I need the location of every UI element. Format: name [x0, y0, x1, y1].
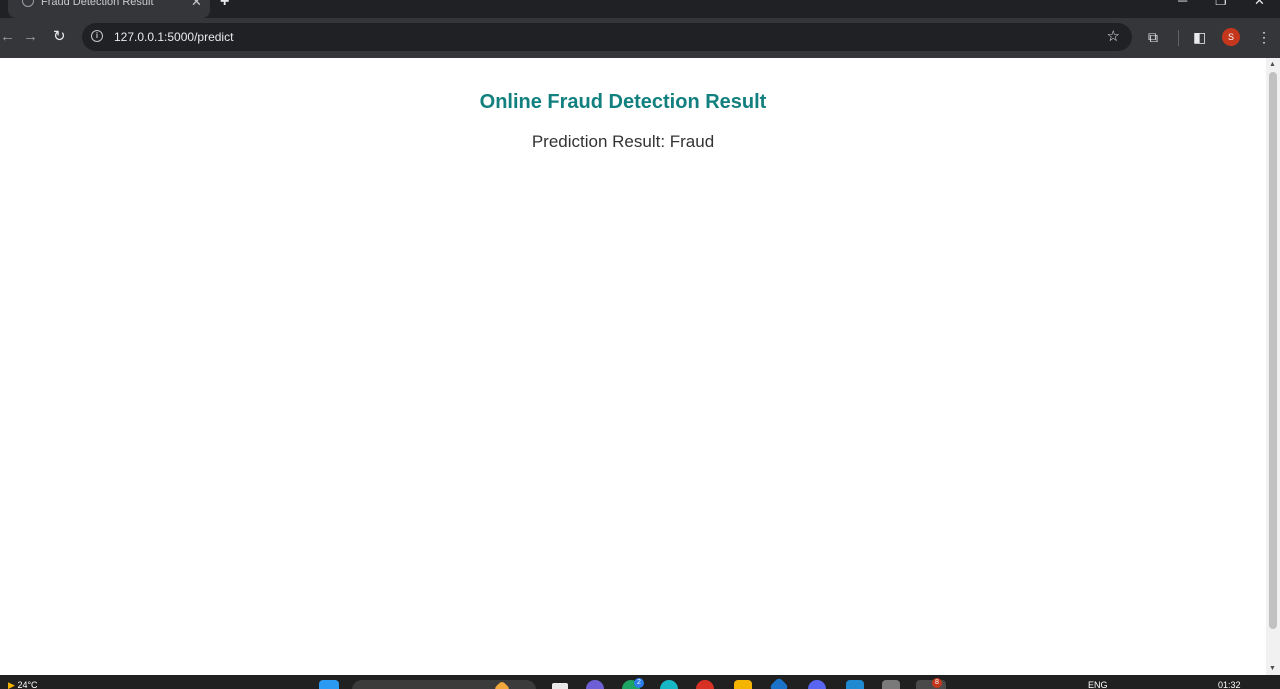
- prediction-result: Prediction Result: Fraud: [531, 132, 715, 151]
- file-explorer-icon[interactable]: [734, 680, 752, 689]
- terminal-icon[interactable]: [882, 680, 900, 689]
- discord-icon[interactable]: [808, 680, 826, 689]
- reload-icon[interactable]: ↻: [53, 28, 66, 46]
- chrome-badge: 8: [932, 678, 942, 688]
- globe-icon: [22, 0, 34, 7]
- task-view-icon[interactable]: [552, 683, 568, 689]
- weather-widget[interactable]: ▶ 24°C: [8, 680, 38, 689]
- url-text[interactable]: 127.0.0.1:5000/predict: [114, 30, 233, 44]
- app-red-icon[interactable]: [696, 680, 714, 689]
- windows-start-icon[interactable]: [319, 680, 339, 689]
- weather-temp: 24°C: [17, 680, 38, 689]
- scroll-down-icon[interactable]: ▼: [1269, 665, 1276, 672]
- browser-toolbar: ← → ↻ i 127.0.0.1:5000/predict ☆ ⧉ ◧ S ⋮: [0, 18, 1280, 58]
- windows-taskbar: ▶ 24°C 2 8 ENG 01:32: [0, 675, 1280, 689]
- store-icon[interactable]: [769, 677, 789, 689]
- tab-strip: Fraud Detection Result ✕ + ─ ❐ ✕: [0, 0, 1280, 18]
- vscode-icon[interactable]: [846, 680, 864, 689]
- restore-icon[interactable]: ❐: [1215, 0, 1227, 7]
- side-panel-icon[interactable]: ◧: [1193, 29, 1206, 45]
- address-bar[interactable]: i 127.0.0.1:5000/predict ☆: [82, 23, 1132, 51]
- toolbar-divider: [1178, 30, 1179, 46]
- window-close-icon[interactable]: ✕: [1254, 0, 1265, 7]
- vertical-scrollbar[interactable]: ▲ ▼: [1266, 58, 1280, 675]
- menu-kebab-icon[interactable]: ⋮: [1257, 29, 1271, 45]
- teams-icon[interactable]: [586, 680, 604, 689]
- forward-icon[interactable]: →: [23, 28, 38, 46]
- page-content: Online Fraud Detection Result Prediction…: [0, 58, 1266, 675]
- profile-avatar[interactable]: S: [1222, 28, 1240, 46]
- new-tab-icon[interactable]: +: [220, 0, 229, 10]
- minimize-icon[interactable]: ─: [1178, 0, 1187, 7]
- scrollbar-thumb[interactable]: [1269, 72, 1277, 629]
- back-icon[interactable]: ←: [0, 28, 15, 46]
- tab-title: Fraud Detection Result: [41, 0, 154, 8]
- edge-icon[interactable]: [660, 680, 678, 689]
- clock[interactable]: 01:32: [1218, 680, 1241, 689]
- mail-badge: 2: [634, 678, 644, 688]
- browser-tab[interactable]: Fraud Detection Result ✕: [8, 0, 210, 18]
- scroll-up-icon[interactable]: ▲: [1269, 61, 1276, 68]
- sun-icon: ▶: [8, 680, 15, 689]
- language-indicator[interactable]: ENG: [1088, 680, 1108, 689]
- bookmark-star-icon[interactable]: ☆: [1107, 27, 1120, 45]
- extensions-icon[interactable]: ⧉: [1148, 29, 1158, 45]
- site-info-icon[interactable]: i: [91, 30, 103, 42]
- page-title: Online Fraud Detection Result: [479, 91, 767, 113]
- tab-close-icon[interactable]: ✕: [191, 0, 202, 8]
